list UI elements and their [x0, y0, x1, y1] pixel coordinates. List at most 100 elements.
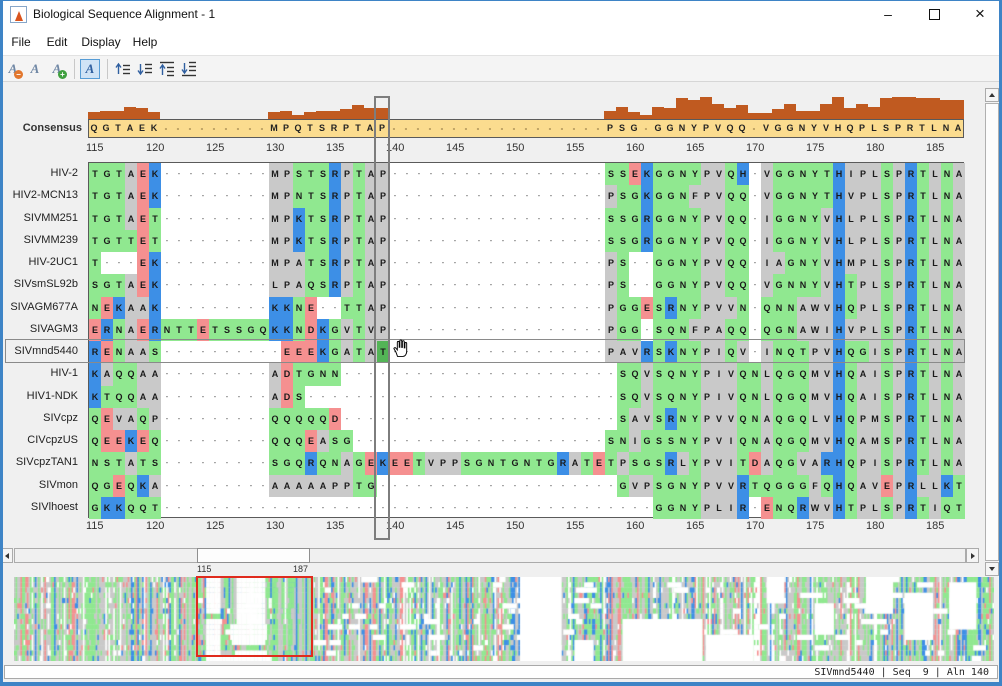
gap-cell[interactable]: - [173, 163, 185, 185]
residue-cell[interactable]: A [125, 185, 137, 208]
residue-cell[interactable]: S [881, 163, 893, 186]
consensus-cell[interactable]: V [712, 120, 724, 137]
gap-cell[interactable]: - [389, 274, 401, 296]
residue-cell[interactable]: E [137, 229, 149, 252]
consensus-cell[interactable]: N [796, 120, 808, 137]
gap-cell[interactable]: - [173, 452, 185, 474]
residue-cell[interactable]: S [653, 407, 665, 430]
residue-cell[interactable]: D [281, 363, 293, 386]
residue-cell[interactable]: G [665, 496, 677, 519]
gap-cell[interactable]: - [605, 363, 617, 385]
gap-cell[interactable]: - [557, 408, 569, 430]
residue-cell[interactable]: Q [89, 474, 101, 497]
residue-cell[interactable]: A [137, 363, 149, 386]
residue-cell[interactable]: T [917, 430, 929, 453]
residue-cell[interactable]: M [809, 363, 821, 386]
gap-cell[interactable]: - [581, 386, 593, 408]
residue-cell[interactable]: V [821, 407, 833, 430]
residue-cell[interactable]: G [773, 163, 785, 186]
residue-cell[interactable]: G [773, 274, 785, 297]
gap-cell[interactable]: - [437, 297, 449, 319]
gap-cell[interactable]: - [257, 430, 269, 452]
residue-cell[interactable]: V [713, 252, 725, 275]
gap-cell[interactable]: - [473, 252, 485, 274]
gap-cell[interactable]: - [257, 274, 269, 296]
consensus-cell[interactable]: S [880, 120, 892, 137]
gap-cell[interactable]: - [245, 475, 257, 497]
gap-cell[interactable]: - [545, 497, 557, 519]
gap-cell[interactable]: - [221, 274, 233, 296]
residue-cell[interactable]: P [857, 274, 869, 297]
gap-cell[interactable]: - [581, 497, 593, 519]
gap-cell[interactable]: - [605, 475, 617, 497]
residue-cell[interactable]: S [653, 363, 665, 386]
gap-cell[interactable]: - [185, 363, 197, 385]
gap-cell[interactable]: - [173, 430, 185, 452]
residue-cell[interactable]: T [749, 474, 761, 497]
residue-cell[interactable]: H [833, 407, 845, 430]
row-label[interactable]: HIV1-NDK [0, 385, 82, 407]
residue-cell[interactable]: G [305, 363, 317, 386]
gap-cell[interactable]: - [413, 430, 425, 452]
gap-cell[interactable]: - [221, 497, 233, 519]
residue-cell[interactable]: P [893, 185, 905, 208]
residue-cell[interactable]: N [677, 207, 689, 230]
gap-cell[interactable]: - [281, 497, 293, 519]
residue-cell[interactable]: A [149, 474, 161, 497]
residue-cell[interactable]: Q [305, 407, 317, 430]
residue-cell[interactable]: S [617, 274, 629, 297]
residue-cell[interactable]: K [149, 296, 161, 319]
residue-cell[interactable]: P [341, 207, 353, 230]
residue-cell[interactable]: L [761, 363, 773, 386]
gap-cell[interactable]: - [113, 252, 125, 274]
gap-cell[interactable]: - [569, 475, 581, 497]
residue-cell[interactable]: T [917, 496, 929, 519]
residue-cell[interactable]: Q [89, 407, 101, 430]
residue-cell[interactable]: S [653, 430, 665, 453]
residue-cell[interactable]: K [89, 363, 101, 386]
residue-cell[interactable]: G [101, 207, 113, 230]
gap-cell[interactable]: - [209, 163, 221, 185]
residue-cell[interactable]: G [617, 474, 629, 497]
residue-cell[interactable]: E [137, 163, 149, 186]
gap-cell[interactable]: - [401, 408, 413, 430]
residue-cell[interactable]: Q [137, 496, 149, 519]
gap-cell[interactable]: - [509, 497, 521, 519]
residue-cell[interactable]: G [785, 430, 797, 453]
residue-cell[interactable]: A [125, 207, 137, 230]
gap-cell[interactable]: - [485, 430, 497, 452]
row-label[interactable]: SIVcpzTAN1 [0, 451, 82, 473]
residue-cell[interactable]: T [845, 274, 857, 297]
gap-cell[interactable]: - [209, 297, 221, 319]
gap-cell[interactable]: - [449, 475, 461, 497]
gap-cell[interactable]: - [557, 475, 569, 497]
gap-cell[interactable]: - [437, 408, 449, 430]
gap-cell[interactable]: - [197, 274, 209, 296]
gap-cell[interactable]: - [533, 363, 545, 385]
residue-cell[interactable]: G [629, 229, 641, 252]
gap-cell[interactable]: - [533, 386, 545, 408]
gap-cell[interactable]: - [245, 430, 257, 452]
residue-cell[interactable]: G [653, 207, 665, 230]
residue-cell[interactable]: R [905, 252, 917, 275]
residue-cell[interactable]: V [845, 185, 857, 208]
gap-cell[interactable]: - [173, 363, 185, 385]
residue-cell[interactable]: R [905, 430, 917, 453]
residue-cell[interactable]: A [125, 163, 137, 186]
consensus-cell[interactable]: - [580, 120, 592, 137]
gap-cell[interactable]: - [305, 386, 317, 408]
gap-cell[interactable]: - [329, 297, 341, 319]
gap-cell[interactable]: - [509, 163, 521, 185]
residue-cell[interactable]: Y [689, 474, 701, 497]
residue-cell[interactable]: T [305, 185, 317, 208]
residue-cell[interactable]: H [833, 252, 845, 275]
gap-cell[interactable]: - [185, 252, 197, 274]
residue-cell[interactable]: P [701, 185, 713, 208]
gap-cell[interactable]: - [569, 297, 581, 319]
residue-cell[interactable]: G [785, 185, 797, 208]
residue-cell[interactable]: A [269, 385, 281, 408]
residue-cell[interactable]: L [869, 185, 881, 208]
residue-cell[interactable]: N [329, 363, 341, 386]
residue-cell[interactable]: N [941, 229, 953, 252]
residue-cell[interactable]: L [917, 474, 929, 497]
